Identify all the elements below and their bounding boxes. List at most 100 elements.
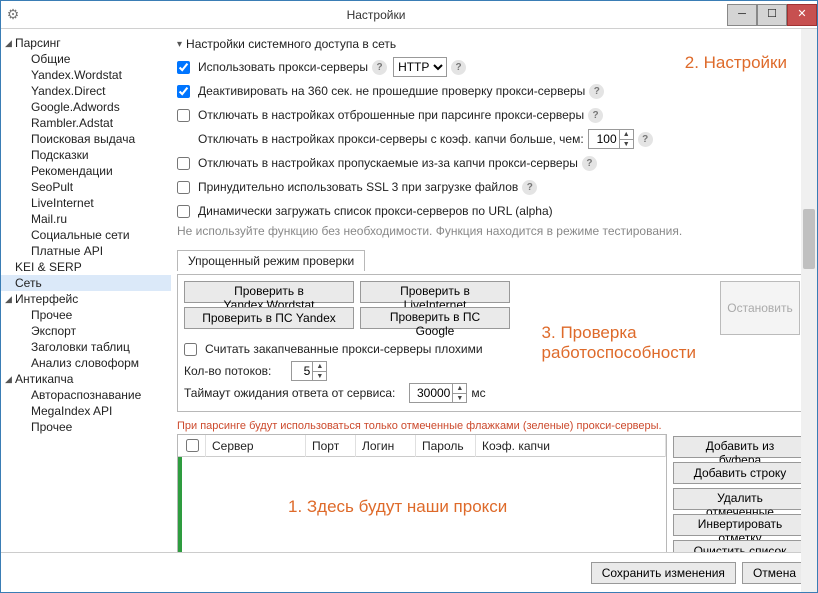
tree-item[interactable]: Прочее: [1, 419, 171, 435]
minimize-button[interactable]: ─: [727, 4, 757, 26]
save-button[interactable]: Сохранить изменения: [591, 562, 736, 584]
check-ps-yandex-button[interactable]: Проверить в ПС Yandex: [184, 307, 354, 329]
help-icon[interactable]: ?: [588, 108, 603, 123]
tree-item[interactable]: SeoPult: [1, 179, 171, 195]
chevron-down-icon: ◢: [5, 374, 15, 385]
window-scrollbar[interactable]: [801, 29, 817, 592]
threads-input[interactable]: [292, 362, 312, 380]
table-action-button[interactable]: Удалить отмеченные: [673, 488, 807, 510]
dialog-footer: Сохранить изменения Отмена: [1, 552, 817, 592]
content-pane: 2. Настройки ▾ Настройки системного дост…: [171, 29, 817, 552]
check-ps-google-button[interactable]: Проверить в ПС Google: [360, 307, 510, 329]
table-body[interactable]: 1. Здесь будут наши прокси: [178, 457, 666, 552]
stop-button[interactable]: Остановить: [720, 281, 800, 335]
timeout-stepper[interactable]: ▲▼: [409, 383, 467, 403]
force-ssl3-label: Принудительно использовать SSL 3 при заг…: [198, 180, 518, 194]
tree-item[interactable]: Поисковая выдача: [1, 131, 171, 147]
threads-label: Кол-во потоков:: [184, 364, 271, 378]
count-captcha-bad-label: Считать закапчеванные прокси-серверы пло…: [205, 342, 483, 356]
tree-group[interactable]: ◢Антикапча: [1, 371, 171, 387]
annotation-1: 1. Здесь будут наши прокси: [288, 497, 507, 517]
gear-icon: ⚙: [1, 6, 25, 23]
section-header[interactable]: ▾ Настройки системного доступа в сеть: [177, 37, 807, 51]
help-icon[interactable]: ?: [451, 60, 466, 75]
tree-item[interactable]: Mail.ru: [1, 211, 171, 227]
tree-item[interactable]: KEI & SERP: [1, 259, 171, 275]
tree-item[interactable]: Рекомендации: [1, 163, 171, 179]
disable-rejected-checkbox[interactable]: [177, 109, 190, 122]
tree-item[interactable]: Анализ словоформ: [1, 355, 171, 371]
proxy-table[interactable]: Сервер Порт Логин Пароль Коэф. капчи 1. …: [177, 434, 667, 552]
tree-item[interactable]: Google.Adwords: [1, 99, 171, 115]
help-icon[interactable]: ?: [372, 60, 387, 75]
deactivate360-checkbox[interactable]: [177, 85, 190, 98]
window-title: Настройки: [25, 8, 727, 22]
chevron-down-icon: ◢: [5, 294, 15, 305]
col-port[interactable]: Порт: [306, 435, 356, 457]
timeout-unit: мс: [471, 386, 485, 400]
disable-captcha-coef-label: Отключать в настройках прокси-серверы с …: [198, 132, 584, 146]
help-icon[interactable]: ?: [582, 156, 597, 171]
deactivate360-label: Деактивировать на 360 сек. не прошедшие …: [198, 84, 585, 98]
maximize-button[interactable]: ☐: [757, 4, 787, 26]
help-icon[interactable]: ?: [638, 132, 653, 147]
use-proxy-label: Использовать прокси-серверы: [198, 60, 368, 74]
tree-item[interactable]: Прочее: [1, 307, 171, 323]
col-server[interactable]: Сервер: [206, 435, 306, 457]
table-action-button[interactable]: Добавить строку: [673, 462, 807, 484]
captcha-coef-input[interactable]: [589, 130, 619, 148]
dynamic-url-label: Динамически загружать список прокси-серв…: [198, 204, 553, 218]
dynamic-url-note: Не используйте функцию без необходимости…: [177, 224, 682, 238]
tree-item[interactable]: Rambler.Adstat: [1, 115, 171, 131]
settings-window: ⚙ Настройки ─ ☐ ✕ ◢ПарсингОбщиеYandex.Wo…: [0, 0, 818, 593]
check-liveinternet-button[interactable]: Проверить в LiveInternet: [360, 281, 510, 303]
tree-item[interactable]: Yandex.Direct: [1, 83, 171, 99]
table-side-buttons: Добавить из буфера Добавить строку Удалить…: [667, 434, 807, 552]
captcha-coef-stepper[interactable]: ▲▼: [588, 129, 634, 149]
use-proxy-checkbox[interactable]: [177, 61, 190, 74]
tree-item[interactable]: Заголовки таблиц: [1, 339, 171, 355]
disable-rejected-label: Отключать в настройках отброшенные при п…: [198, 108, 584, 122]
tree-group[interactable]: ◢Парсинг: [1, 35, 171, 51]
table-warning: При парсинге будут использоваться только…: [177, 420, 807, 432]
table-action-button[interactable]: Инвертировать отметку: [673, 514, 807, 536]
col-captcha-coef[interactable]: Коэф. капчи: [476, 435, 666, 457]
col-password[interactable]: Пароль: [416, 435, 476, 457]
tree-item[interactable]: MegaIndex API: [1, 403, 171, 419]
select-all-checkbox[interactable]: [186, 439, 199, 452]
check-panel: 3. Проверка работоспособности Проверить …: [177, 274, 807, 412]
tree-item[interactable]: Автораспознавание: [1, 387, 171, 403]
timeout-input[interactable]: [410, 384, 452, 402]
tree-item[interactable]: Подсказки: [1, 147, 171, 163]
threads-stepper[interactable]: ▲▼: [291, 361, 327, 381]
titlebar: ⚙ Настройки ─ ☐ ✕: [1, 1, 817, 29]
tree-item[interactable]: Социальные сети: [1, 227, 171, 243]
count-captcha-bad-checkbox[interactable]: [184, 343, 197, 356]
table-action-button[interactable]: Добавить из буфера: [673, 436, 807, 458]
tree-item[interactable]: LiveInternet: [1, 195, 171, 211]
table-action-button[interactable]: Очистить список: [673, 540, 807, 552]
tree-item[interactable]: Экспорт: [1, 323, 171, 339]
scroll-thumb[interactable]: [803, 209, 815, 269]
tree-item[interactable]: Сеть: [1, 275, 171, 291]
force-ssl3-checkbox[interactable]: [177, 181, 190, 194]
disable-skipped-checkbox[interactable]: [177, 157, 190, 170]
timeout-label: Таймаут ожидания ответа от сервиса:: [184, 386, 395, 400]
tree-group[interactable]: ◢Интерфейс: [1, 291, 171, 307]
close-button[interactable]: ✕: [787, 4, 817, 26]
tab-simple-check[interactable]: Упрощенный режим проверки: [177, 250, 365, 271]
disable-skipped-label: Отключать в настройках пропускаемые из-з…: [198, 156, 578, 170]
protocol-select[interactable]: HTTP: [393, 57, 447, 77]
dynamic-url-checkbox[interactable]: [177, 205, 190, 218]
col-login[interactable]: Логин: [356, 435, 416, 457]
chevron-down-icon: ◢: [5, 38, 15, 49]
table-header: Сервер Порт Логин Пароль Коэф. капчи: [178, 435, 666, 457]
tree-item[interactable]: Yandex.Wordstat: [1, 67, 171, 83]
chevron-down-icon: ▾: [177, 39, 182, 50]
help-icon[interactable]: ?: [522, 180, 537, 195]
cancel-button[interactable]: Отмена: [742, 562, 807, 584]
tree-item[interactable]: Общие: [1, 51, 171, 67]
tree-item[interactable]: Платные API: [1, 243, 171, 259]
check-yandex-wordstat-button[interactable]: Проверить в Yandex.Wordstat: [184, 281, 354, 303]
help-icon[interactable]: ?: [589, 84, 604, 99]
